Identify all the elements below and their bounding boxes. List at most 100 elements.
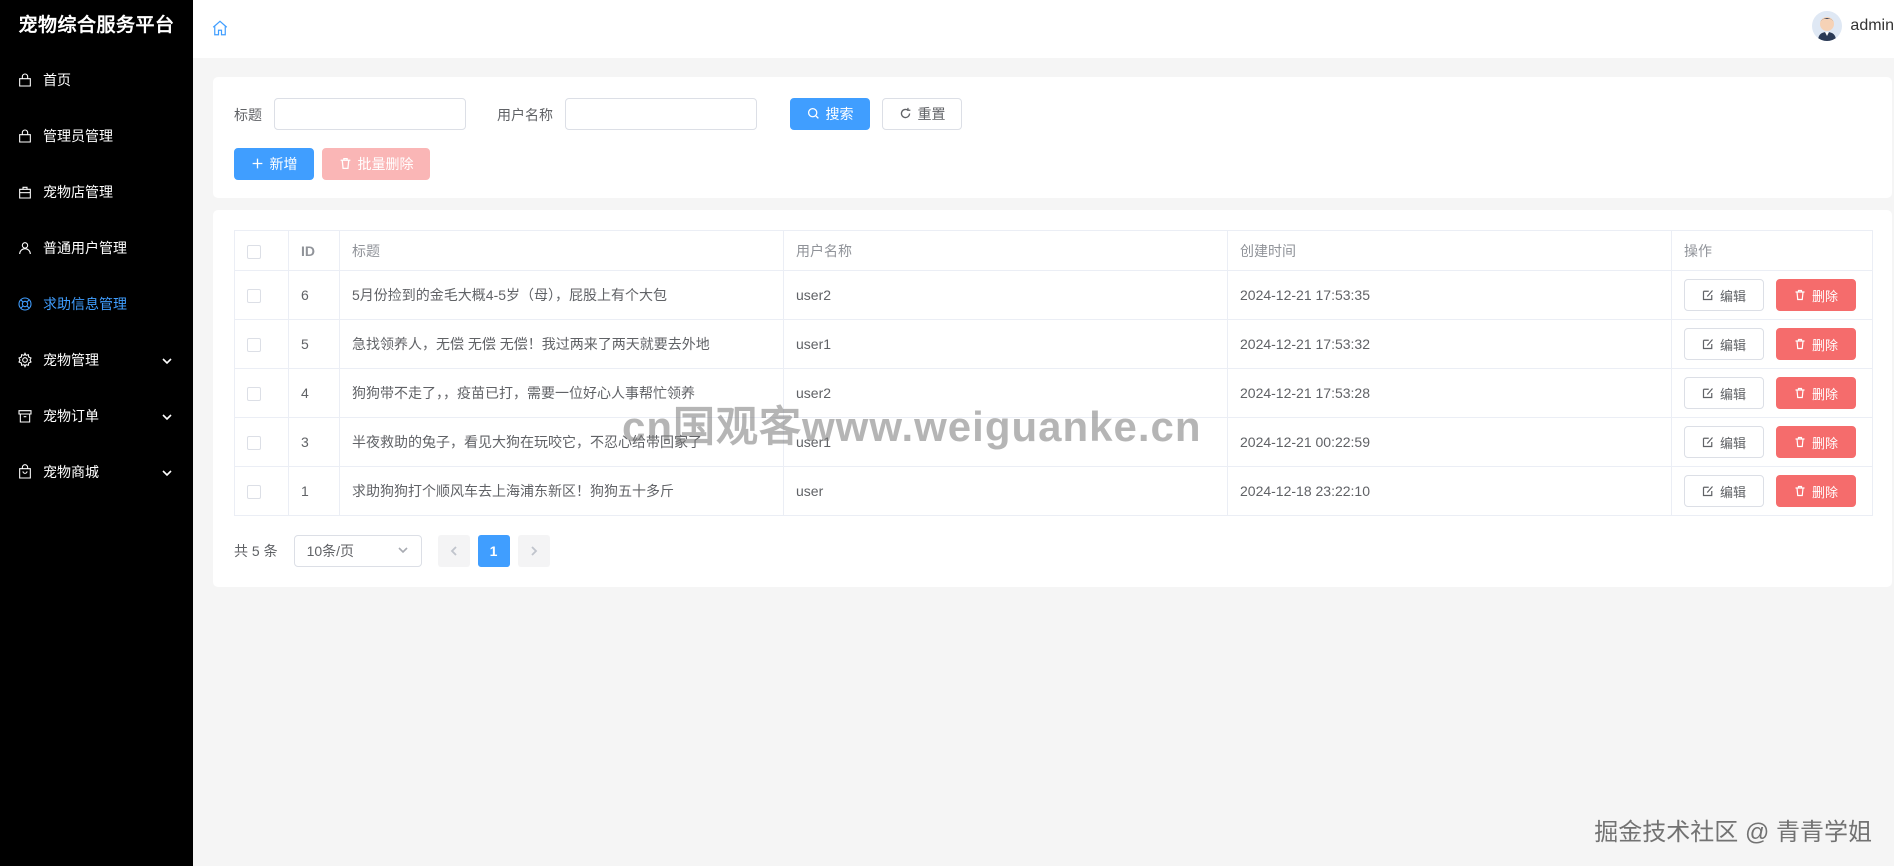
delete-button-label: 删除 bbox=[1811, 484, 1838, 500]
top-header: admin bbox=[193, 0, 1894, 58]
sidebar-item-5[interactable]: 宠物管理 bbox=[0, 332, 193, 388]
delete-button[interactable]: 删除 bbox=[1776, 426, 1856, 458]
sidebar-item-3[interactable]: 普通用户管理 bbox=[0, 220, 193, 276]
cell-id: 4 bbox=[288, 368, 340, 418]
row-select-cell bbox=[234, 466, 289, 516]
gear-icon bbox=[16, 351, 34, 369]
chevron-down-icon bbox=[161, 466, 173, 478]
delete-button[interactable]: 删除 bbox=[1776, 328, 1856, 360]
sidebar-item-4[interactable]: 求助信息管理 bbox=[0, 276, 193, 332]
trash-icon bbox=[339, 157, 353, 171]
delete-button[interactable]: 删除 bbox=[1776, 279, 1856, 311]
row-checkbox[interactable] bbox=[247, 485, 261, 500]
edit-button[interactable]: 编辑 bbox=[1684, 377, 1764, 409]
row-checkbox[interactable] bbox=[247, 338, 261, 353]
row-checkbox[interactable] bbox=[247, 436, 261, 451]
edit-icon bbox=[1702, 387, 1715, 400]
edit-button-label: 编辑 bbox=[1719, 484, 1746, 500]
cell-created: 2024-12-21 00:22:59 bbox=[1227, 417, 1672, 467]
prev-page-button[interactable] bbox=[437, 535, 470, 567]
sidebar-item-7[interactable]: 宠物商城 bbox=[0, 444, 193, 500]
cell-username: user2 bbox=[783, 270, 1228, 320]
edit-icon bbox=[1702, 436, 1715, 449]
add-button[interactable]: 新增 bbox=[234, 148, 314, 180]
chevron-down-icon bbox=[161, 410, 173, 422]
trash-icon bbox=[1794, 338, 1807, 351]
user-menu[interactable]: admin bbox=[1812, 11, 1894, 41]
next-page-button[interactable] bbox=[517, 535, 550, 567]
home-icon[interactable] bbox=[211, 19, 229, 37]
title-label: 标题 bbox=[234, 107, 262, 123]
batch-delete-button[interactable]: 批量删除 bbox=[322, 148, 430, 180]
cell-title: 求助狗狗打个顺风车去上海浦东新区！狗狗五十多斤 bbox=[339, 466, 784, 516]
cell-username: user bbox=[783, 466, 1228, 516]
edit-icon bbox=[1702, 485, 1715, 498]
cell-title: 5月份捡到的金毛大概4-5岁（母），屁股上有个大包 bbox=[339, 270, 784, 320]
chevron-down-icon bbox=[161, 354, 173, 366]
pagination: 共 5 条 10条/页 1 bbox=[234, 535, 558, 567]
sidebar-item-label: 宠物管理 bbox=[43, 352, 99, 368]
username-input[interactable] bbox=[565, 98, 757, 130]
cell-id: 5 bbox=[288, 319, 340, 369]
sidebar-item-label: 求助信息管理 bbox=[43, 296, 127, 312]
col-id[interactable]: ID bbox=[288, 230, 340, 271]
row-select-cell bbox=[234, 368, 289, 418]
sidebar-item-label: 宠物商城 bbox=[43, 464, 99, 480]
cell-id: 3 bbox=[288, 417, 340, 467]
table-row[interactable]: 5 急找领养人，无偿 无偿 无偿！我过两来了两天就要去外地 user1 2024-12… bbox=[234, 319, 1873, 369]
page-number-current[interactable]: 1 bbox=[477, 535, 510, 567]
reset-button[interactable]: 重置 bbox=[882, 98, 962, 130]
cell-id: 6 bbox=[288, 270, 340, 320]
chevron-down-icon bbox=[397, 543, 409, 559]
cell-created: 2024-12-21 17:53:35 bbox=[1227, 270, 1672, 320]
delete-button-label: 删除 bbox=[1811, 288, 1838, 304]
col-actions: 操作 bbox=[1671, 230, 1873, 271]
title-input[interactable] bbox=[274, 98, 466, 130]
sidebar-menu: 首页管理员管理宠物店管理普通用户管理求助信息管理 宠物管理宠物订单宠物商城 bbox=[0, 52, 193, 500]
lock-icon bbox=[16, 127, 34, 145]
cell-actions: 编辑 删除 bbox=[1671, 417, 1873, 467]
edit-button-label: 编辑 bbox=[1719, 337, 1746, 353]
delete-button-label: 删除 bbox=[1811, 337, 1838, 353]
username-label: 用户名称 bbox=[497, 107, 553, 123]
app-title: 宠物综合服务平台 bbox=[18, 15, 175, 36]
select-all-cell bbox=[234, 230, 289, 271]
edit-button-label: 编辑 bbox=[1719, 386, 1746, 402]
cell-username: user1 bbox=[783, 319, 1228, 369]
sidebar-item-2[interactable]: 宠物店管理 bbox=[0, 164, 193, 220]
search-icon bbox=[807, 107, 821, 121]
delete-button[interactable]: 删除 bbox=[1776, 475, 1856, 507]
table-row[interactable]: 6 5月份捡到的金毛大概4-5岁（母），屁股上有个大包 user2 2024-12-2… bbox=[234, 270, 1873, 320]
row-checkbox[interactable] bbox=[247, 387, 261, 402]
sidebar-item-0[interactable]: 首页 bbox=[0, 52, 193, 108]
edit-button[interactable]: 编辑 bbox=[1684, 475, 1764, 507]
cell-actions: 编辑 删除 bbox=[1671, 319, 1873, 369]
edit-button[interactable]: 编辑 bbox=[1684, 426, 1764, 458]
sidebar-item-label: 宠物订单 bbox=[43, 408, 99, 424]
row-checkbox[interactable] bbox=[247, 289, 261, 304]
edit-button[interactable]: 编辑 bbox=[1684, 279, 1764, 311]
select-all-checkbox[interactable] bbox=[247, 244, 261, 259]
lifebuoy-icon bbox=[16, 295, 34, 313]
table-row[interactable]: 1 求助狗狗打个顺风车去上海浦东新区！狗狗五十多斤 user 2024-12-18 2… bbox=[234, 466, 1873, 516]
trash-icon bbox=[1794, 436, 1807, 449]
edit-button[interactable]: 编辑 bbox=[1684, 328, 1764, 360]
sidebar-item-1[interactable]: 管理员管理 bbox=[0, 108, 193, 164]
avatar bbox=[1812, 11, 1843, 41]
search-button[interactable]: 搜索 bbox=[790, 98, 870, 130]
username: admin bbox=[1850, 17, 1894, 34]
page-size-select[interactable]: 10条/页 bbox=[293, 535, 422, 567]
user-icon bbox=[16, 239, 34, 257]
col-username: 用户名称 bbox=[783, 230, 1228, 271]
delete-button[interactable]: 删除 bbox=[1776, 377, 1856, 409]
cell-actions: 编辑 删除 bbox=[1671, 368, 1873, 418]
sidebar-item-label: 宠物店管理 bbox=[43, 184, 113, 200]
delete-button-label: 删除 bbox=[1811, 435, 1838, 451]
chevron-left-icon bbox=[450, 546, 457, 556]
refresh-icon bbox=[899, 107, 913, 121]
cell-created: 2024-12-18 23:22:10 bbox=[1227, 466, 1672, 516]
reset-button-label: 重置 bbox=[917, 106, 946, 122]
cell-actions: 编辑 删除 bbox=[1671, 270, 1873, 320]
sidebar-item-6[interactable]: 宠物订单 bbox=[0, 388, 193, 444]
sidebar-item-label: 管理员管理 bbox=[43, 128, 113, 144]
